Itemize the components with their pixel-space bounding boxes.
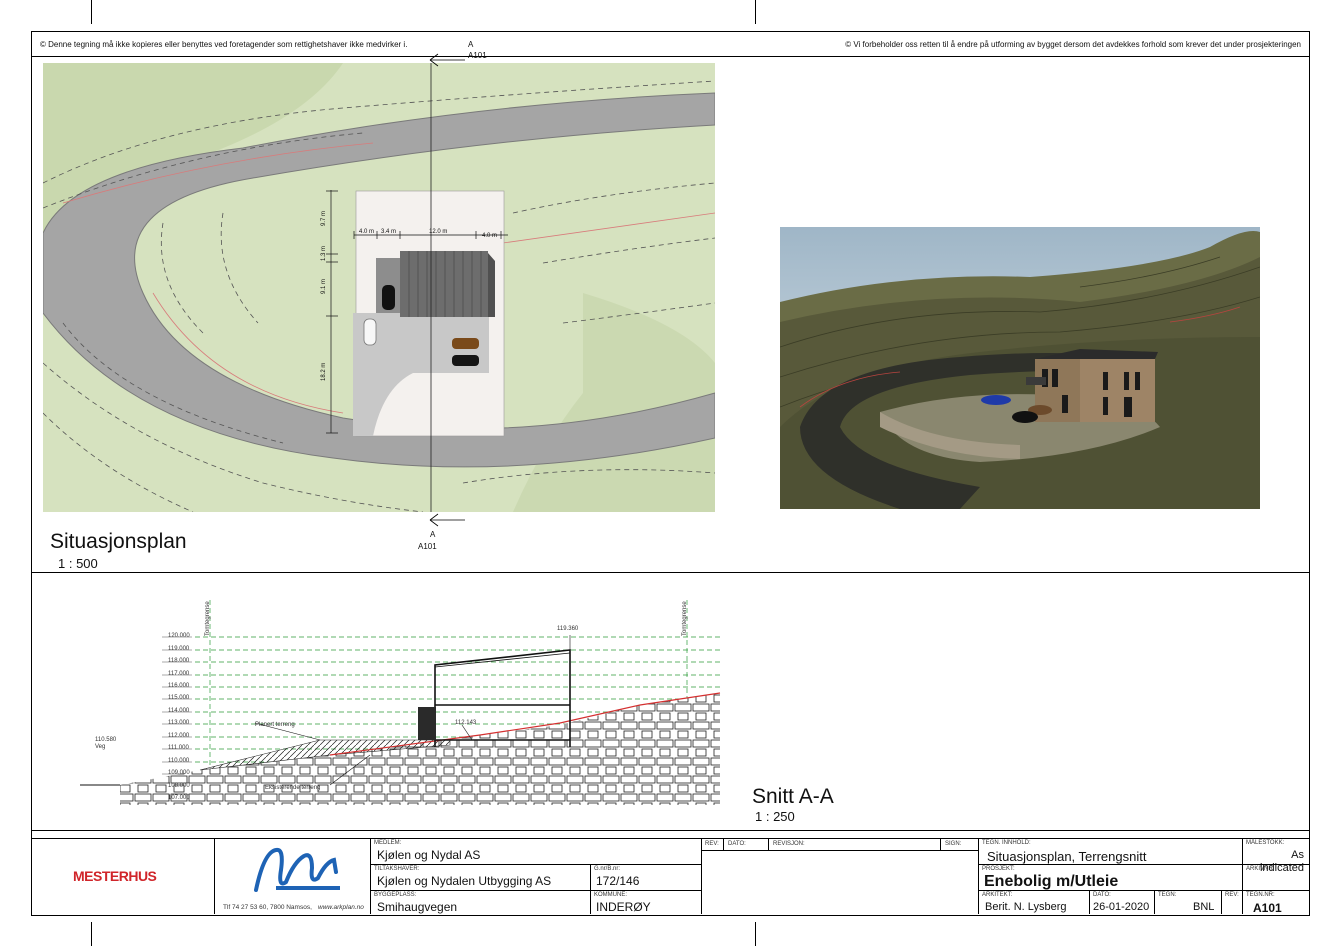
sheet-no-label: TEGN.NR: [1246, 892, 1275, 898]
architect: Berit. N. Lysberg [985, 901, 1067, 913]
level-label: 107.000 [168, 795, 190, 801]
3d-render [780, 227, 1260, 509]
copyright-left: © Denne tegning må ikke kopieres eller b… [40, 40, 408, 49]
title-block: MESTERHUS Tlf 74 27 53 60, 7800 Namsos, … [31, 838, 1309, 915]
dimension-label: 1.3 m [321, 246, 327, 261]
level-label: 111.000 [168, 745, 189, 751]
gnr: 172/146 [596, 874, 640, 888]
date-label: DATO: [1093, 892, 1111, 898]
dimension-label: 9.7 m [321, 211, 327, 226]
level-label: 109.000 [168, 770, 190, 776]
rev-label-2: REV: [1225, 892, 1239, 898]
arkplan-logo [254, 847, 340, 892]
copyright-right: © Vi forbeholder oss retten til å endre … [845, 40, 1301, 49]
floor-level: 112.143 [455, 720, 477, 726]
titleblock-divider [31, 830, 1309, 831]
section-arrow-icon [429, 53, 465, 67]
dimension-label: 3.4 m [381, 229, 396, 235]
car [981, 395, 1011, 405]
header-divider [31, 56, 1309, 57]
section-scale: 1 : 250 [755, 809, 795, 824]
site-label: BYGGEPLASS: [374, 892, 417, 898]
scale-label: MÅLESTOKK: [1246, 840, 1285, 846]
level-label: 112.000 [168, 733, 190, 739]
drawn-label: TEGN: [1158, 892, 1177, 898]
car [452, 338, 479, 349]
crop-mark [91, 0, 92, 24]
roof-level: 119.360 [557, 626, 579, 632]
content-label: TEGN. INNHOLD: [982, 840, 1031, 846]
level-label: 110.000 [168, 758, 190, 764]
developer-label: TILTAKSHAVER: [374, 866, 420, 872]
view-divider [31, 572, 1309, 573]
municipality-label: KOMMUNE: [594, 892, 627, 898]
member-label: MEDLEM: [374, 840, 402, 846]
section-arrow-icon [429, 513, 465, 527]
crop-mark [755, 0, 756, 24]
mesterhus-logo: MESTERHUS [73, 868, 157, 884]
existing-terrain-label: Eksisterende terreng [265, 785, 321, 791]
car [363, 318, 377, 346]
date-col-label: DATO: [728, 841, 746, 847]
drawing-content: Situasjonsplan, Terrengsnitt [987, 849, 1147, 864]
project-label: PROSJEKT: [982, 866, 1015, 872]
drawn-by: BNL [1193, 901, 1215, 913]
sheet-number: A101 [1253, 901, 1282, 915]
road-label: Veg [95, 744, 106, 750]
crop-mark [755, 922, 756, 946]
project: Enebolig m/Utleie [984, 873, 1119, 890]
level-label: 120.000 [168, 633, 190, 639]
arkplan-url: www.arkplan.no [318, 904, 364, 911]
dimension-label: 12.0 m [429, 229, 447, 235]
date: 26-01-2020 [1093, 901, 1150, 913]
planned-terrain-label: Planert terreng [255, 722, 295, 728]
road-level: 110.580 [95, 737, 117, 743]
level-label: 119.000 [168, 646, 190, 652]
car [1012, 411, 1038, 423]
site-plan-title: Situasjonsplan [50, 530, 187, 553]
level-label: 113.000 [168, 720, 190, 726]
arkplan-contact: Tlf 74 27 53 60, 7800 Namsos, [223, 904, 312, 911]
house-roof [400, 251, 488, 317]
level-label: 114.000 [168, 708, 190, 714]
boundary-label-right: Tomtegrense [682, 601, 688, 636]
gnr-label: G.nr/B.nr: [594, 866, 621, 872]
level-label: 118.000 [168, 658, 190, 664]
section-marker-bottom-sheet: A101 [418, 542, 437, 551]
dimension-label: 4.0 m [359, 229, 374, 235]
level-label: 117.000 [168, 671, 190, 677]
level-label: 116.000 [168, 683, 190, 689]
level-label: 115.000 [168, 695, 190, 701]
car [382, 285, 395, 310]
boundary-label-left: Tomtegrense [205, 601, 211, 636]
dimension-label: 9.1 m [321, 279, 327, 294]
member: Kjølen og Nydal AS [377, 848, 481, 862]
developer: Kjølen og Nydalen Utbygging AS [377, 874, 552, 888]
dimension-label: 4.0 m [482, 233, 497, 239]
crop-mark [91, 922, 92, 946]
site-plan: 4.0 m 3.4 m 12.0 m 4.0 m 9.7 m 1.3 m 9.1… [43, 63, 715, 512]
sign-label: SIGN: [945, 841, 962, 847]
site: Smihaugvegen [377, 900, 458, 914]
level-label: 108.000 [168, 783, 190, 789]
dimension-label: 18.2 m [321, 363, 327, 381]
car [452, 355, 479, 366]
municipality: INDERØY [596, 900, 651, 914]
revision-label: REVISJON: [773, 841, 805, 847]
archive-label: ARKIVNR: [1246, 866, 1275, 872]
site-plan-scale: 1 : 500 [58, 556, 98, 571]
architect-label: ARKITEKT: [982, 892, 1013, 898]
section-drawing [80, 600, 721, 805]
rev-label: REV: [705, 841, 719, 847]
section-title: Snitt A-A [752, 785, 834, 808]
